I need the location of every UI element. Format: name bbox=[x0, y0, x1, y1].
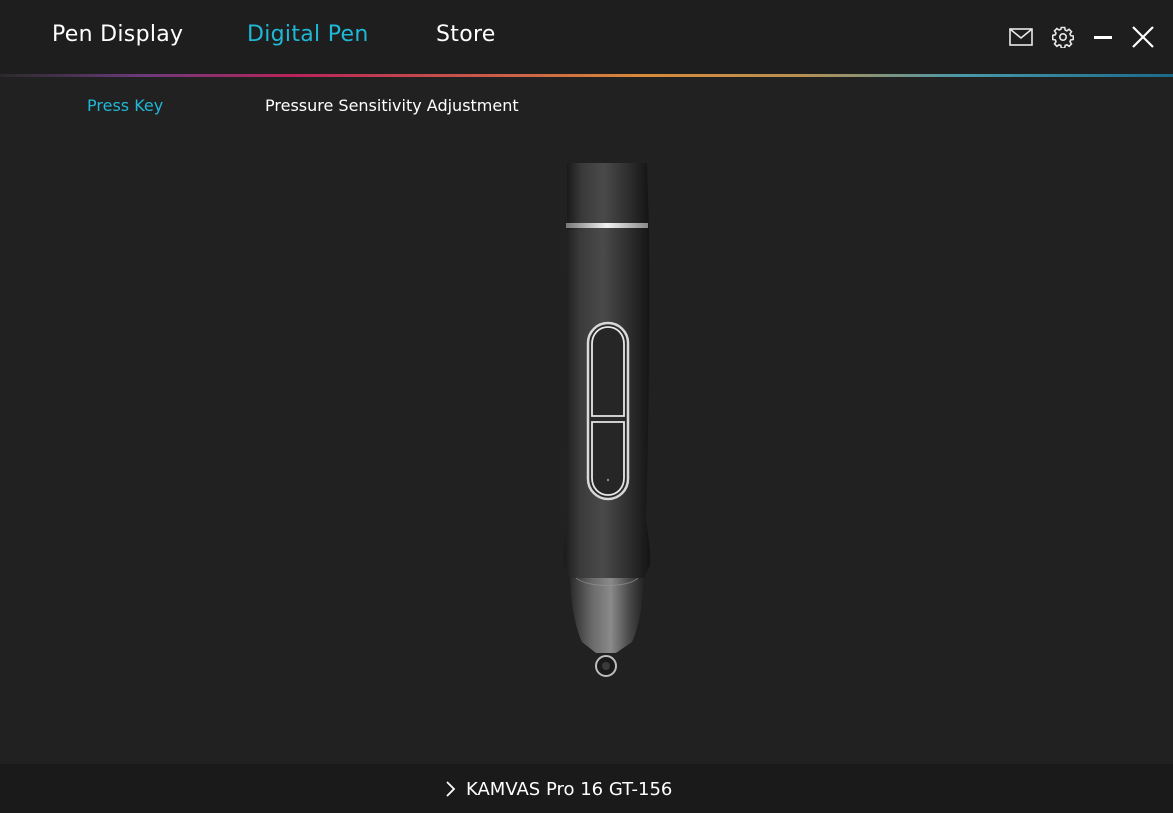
subtab-pressure-sensitivity[interactable]: Pressure Sensitivity Adjustment bbox=[265, 96, 519, 115]
mail-button[interactable] bbox=[1008, 24, 1034, 50]
gear-icon bbox=[1052, 26, 1074, 48]
app-window: Pen Display Digital Pen Store Press Key … bbox=[0, 0, 1173, 813]
tab-digital-pen[interactable]: Digital Pen bbox=[247, 22, 369, 47]
mail-icon bbox=[1009, 28, 1033, 46]
device-selector[interactable]: KAMVAS Pro 16 GT-156 bbox=[444, 776, 672, 802]
lower-press-key[interactable] bbox=[591, 421, 625, 496]
minimize-icon bbox=[1094, 36, 1112, 39]
device-name: KAMVAS Pro 16 GT-156 bbox=[466, 778, 673, 800]
upper-press-key[interactable] bbox=[591, 326, 625, 417]
tab-pen-display[interactable]: Pen Display bbox=[52, 22, 183, 47]
chevron-right-icon bbox=[446, 781, 456, 797]
accent-divider bbox=[0, 74, 1173, 77]
digital-pen-illustration bbox=[540, 160, 680, 690]
minimize-button[interactable] bbox=[1090, 24, 1116, 50]
close-button[interactable] bbox=[1130, 24, 1156, 50]
subtab-press-key[interactable]: Press Key bbox=[87, 96, 163, 115]
footer-bar: KAMVAS Pro 16 GT-156 bbox=[0, 764, 1173, 813]
tab-store[interactable]: Store bbox=[436, 22, 496, 47]
close-icon bbox=[1132, 26, 1154, 48]
settings-button[interactable] bbox=[1050, 24, 1076, 50]
header-bar: Pen Display Digital Pen Store bbox=[0, 0, 1173, 74]
